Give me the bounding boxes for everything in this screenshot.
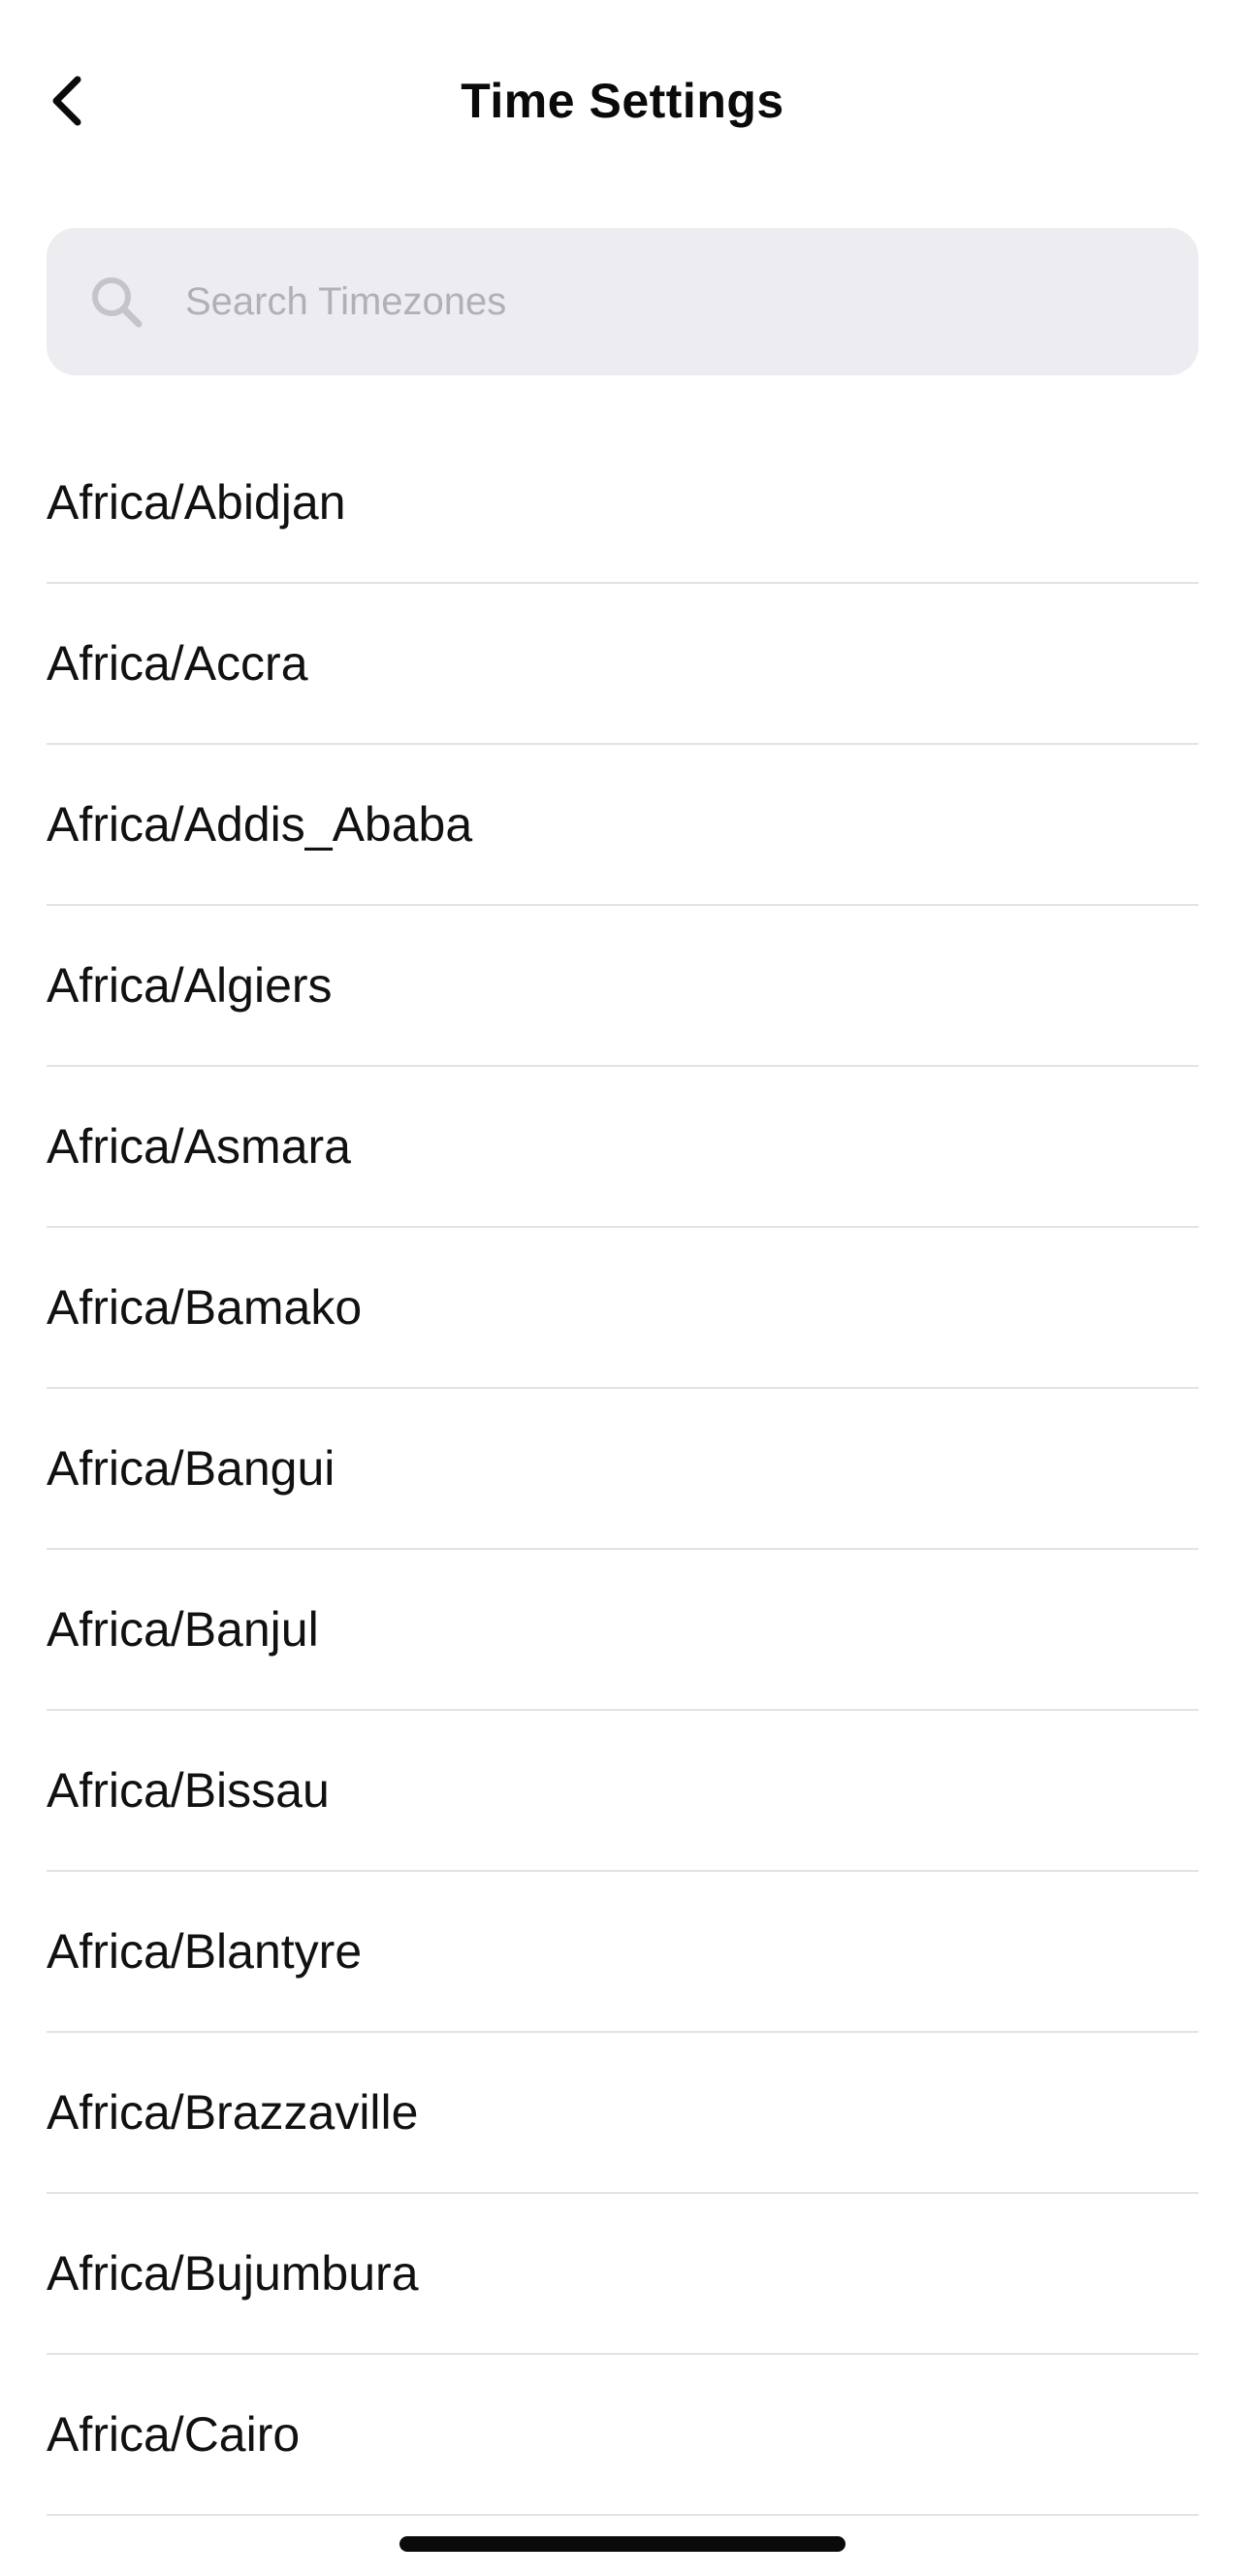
list-item[interactable]: Africa/Addis_Ababa [47, 745, 1198, 906]
list-item[interactable]: Africa/Cairo [47, 2355, 1198, 2516]
home-indicator [399, 2536, 846, 2552]
list-item[interactable]: Africa/Bissau [47, 1711, 1198, 1872]
list-item[interactable]: Africa/Bamako [47, 1228, 1198, 1389]
timezone-list: Africa/Abidjan Africa/Accra Africa/Addis… [47, 423, 1198, 2516]
list-item[interactable]: Africa/Blantyre [47, 1872, 1198, 2033]
list-item[interactable]: Africa/Banjul [47, 1550, 1198, 1711]
list-item[interactable]: Africa/Abidjan [47, 423, 1198, 584]
list-item[interactable]: Africa/Bujumbura [47, 2194, 1198, 2355]
search-icon [92, 277, 143, 328]
header: Time Settings [0, 0, 1245, 204]
list-item[interactable]: Africa/Algiers [47, 906, 1198, 1067]
list-item[interactable]: Africa/Bangui [47, 1389, 1198, 1550]
page-title: Time Settings [461, 74, 784, 128]
list-item[interactable]: Africa/Asmara [47, 1067, 1198, 1228]
search-input[interactable] [185, 263, 1155, 340]
list-item[interactable]: Africa/Accra [47, 584, 1198, 745]
search-bar[interactable] [47, 228, 1198, 375]
list-item[interactable]: Africa/Brazzaville [47, 2033, 1198, 2194]
